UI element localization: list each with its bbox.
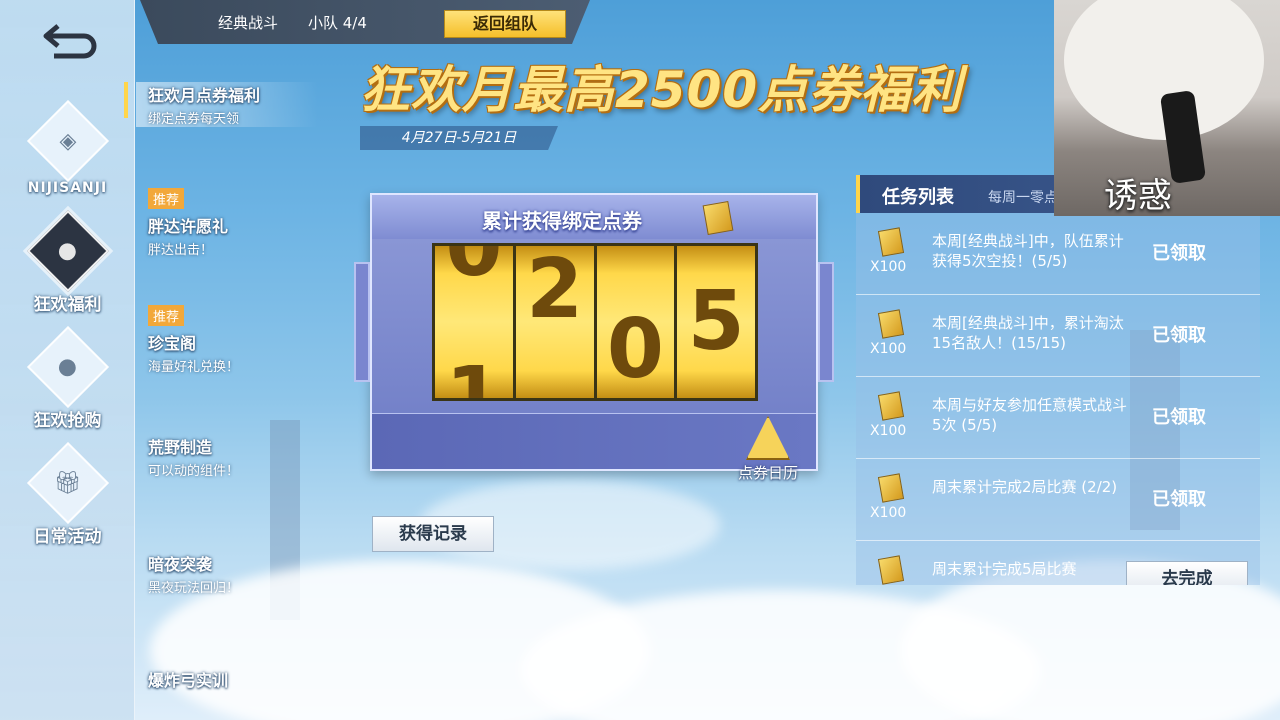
gift-icon: 🎁︎ — [26, 441, 109, 525]
menu-item-night-raid[interactable]: 暗夜突袭 黑夜玩法回归！ — [148, 551, 318, 596]
counter-digit: 0 — [606, 302, 664, 397]
task-description: 本周[经典战斗]中，累计淘汰15名敌人！(15/15) — [932, 314, 1124, 352]
menu-item-subtitle: 海量好礼兑换！ — [148, 360, 240, 375]
panel-right-tab — [818, 262, 834, 382]
counter-digit: 0 — [445, 246, 503, 295]
menu-item-explosive-bow[interactable]: 爆炸弓实训 — [148, 667, 318, 691]
task-row: X100 本周与好友参加任意模式战斗5次 (5/5) 已领取 — [856, 377, 1260, 459]
balloon-icon: ● — [26, 325, 109, 409]
team-count-label: 小队 4/4 — [308, 14, 367, 32]
counter-digit-drum: 2 — [515, 246, 597, 398]
counter-digit: 5 — [687, 274, 745, 369]
menu-item-wild-craft[interactable]: 荒野制造 可以动的组件！ — [148, 434, 318, 479]
back-arrow-icon — [43, 24, 97, 59]
back-button[interactable] — [40, 18, 100, 62]
rail-item-label: 日常活动 — [33, 527, 102, 547]
counter-digit-drum: 5 — [677, 246, 755, 398]
task-claimed-status: 已领取 — [1152, 407, 1206, 428]
left-nav-rail: ◈ NIJISANJI ● 狂欢福利 ● 狂欢抢购 🎁︎ 日常活动 — [0, 0, 135, 720]
task-row: X100 本周[经典战斗]中，队伍累计获得5次空投！(5/5) 已领取 — [856, 213, 1260, 295]
counter-digit: 2 — [526, 246, 584, 337]
coupon-icon — [877, 473, 905, 503]
webcam-caption: 诱惑 — [1104, 176, 1172, 216]
task-row: 周末累计完成5局比赛 去完成 — [856, 541, 1260, 585]
return-to-team-button[interactable]: 返回组队 — [444, 10, 566, 38]
panel-left-tab — [354, 262, 370, 382]
menu-item-treasure-pavilion[interactable]: 推荐 珍宝阁 海量好礼兑换！ — [148, 305, 318, 375]
acquisition-record-button[interactable]: 获得记录 — [372, 516, 494, 552]
rail-item-label: 狂欢抢购 — [33, 411, 102, 431]
menu-item-title: 狂欢月点券福利 — [148, 86, 261, 105]
webcam-overlay: 诱惑 — [1054, 0, 1280, 216]
rail-item-nijisanji[interactable]: ◈ NIJISANJI — [0, 99, 135, 196]
coupon-icon — [877, 391, 905, 421]
event-date-range: 4月27日-5月21日 — [360, 126, 558, 150]
calendar-icon — [746, 416, 790, 460]
task-description: 本周与好友参加任意模式战斗5次 (5/5) — [932, 396, 1128, 434]
menu-item-title: 暗夜突袭 — [148, 555, 213, 574]
task-description: 周末累计完成2局比赛 (2/2) — [932, 478, 1118, 496]
game-mode-label: 经典战斗 — [218, 14, 279, 32]
reward-quantity: X100 — [870, 341, 907, 357]
rail-item-daily-events[interactable]: 🎁︎ 日常活动 — [0, 441, 135, 547]
menu-item-coupon-welfare[interactable]: 狂欢月点券福利 绑定点券每天领 — [124, 82, 318, 127]
menu-item-title: 荒野制造 — [148, 438, 213, 457]
counter-digit-drum: 0 1 — [435, 246, 516, 398]
reward-quantity: X100 — [870, 423, 907, 439]
task-list: 任务列表 每周一零点 X100 本周[经典战斗]中，队伍累计获得5次空投！(5/… — [856, 175, 1260, 585]
rail-item-carnival-sale[interactable]: ● 狂欢抢购 — [0, 325, 135, 431]
coupon-icon — [877, 227, 905, 257]
coupon-icon — [877, 555, 905, 585]
menu-item-subtitle: 绑定点券每天领 — [148, 112, 240, 127]
reward-quantity: X100 — [870, 259, 907, 275]
nijisanji-logo-icon: ◈ — [26, 99, 109, 183]
coupon-icon — [702, 200, 734, 236]
event-banner-title: 狂欢月最高2500点券福利 — [360, 61, 963, 119]
menu-item-title: 珍宝阁 — [148, 334, 197, 353]
calendar-label: 点券日历 — [737, 464, 798, 482]
counter-digit-drum: 0 — [596, 246, 678, 398]
menu-item-panda-wish[interactable]: 推荐 胖达许愿礼 胖达出击！ — [148, 188, 318, 258]
menu-item-title: 胖达许愿礼 — [148, 217, 229, 236]
panel-title: 累计获得绑定点券 — [482, 209, 642, 233]
menu-item-subtitle: 可以动的组件！ — [148, 464, 240, 479]
coupon-icon — [877, 309, 905, 339]
task-description: 本周[经典战斗]中，队伍累计获得5次空投！(5/5) — [932, 232, 1124, 270]
menu-item-subtitle: 胖达出击！ — [148, 243, 214, 258]
task-list-title: 任务列表 — [882, 187, 954, 208]
recommend-badge: 推荐 — [148, 188, 185, 209]
menu-item-subtitle: 黑夜玩法回归！ — [148, 581, 240, 596]
reward-quantity: X100 — [870, 505, 907, 521]
slot-counter: 0 1 2 0 5 — [432, 243, 758, 401]
task-row: X100 周末累计完成2局比赛 (2/2) 已领取 — [856, 459, 1260, 541]
counter-digit: 1 — [445, 350, 503, 398]
balloon-icon: ● — [26, 209, 109, 293]
activity-menu: 狂欢月点券福利 绑定点券每天领 推荐 胖达许愿礼 胖达出击！ 推荐 珍宝阁 海量… — [124, 0, 318, 720]
task-claimed-status: 已领取 — [1152, 489, 1206, 510]
task-description: 周末累计完成5局比赛 — [932, 560, 1077, 578]
rail-item-carnival-welfare[interactable]: ● 狂欢福利 — [0, 209, 135, 315]
task-claimed-status: 已领取 — [1152, 325, 1206, 346]
task-row: X100 本周[经典战斗]中，累计淘汰15名敌人！(15/15) 已领取 — [856, 295, 1260, 377]
task-reset-hint: 每周一零点 — [988, 190, 1058, 206]
rail-item-label: 狂欢福利 — [33, 295, 102, 315]
recommend-badge: 推荐 — [148, 305, 185, 326]
task-claimed-status: 已领取 — [1152, 243, 1206, 264]
menu-item-title: 爆炸弓实训 — [148, 671, 229, 690]
go-complete-button[interactable]: 去完成 — [1126, 561, 1248, 585]
coupon-calendar-button[interactable]: 点券日历 — [728, 416, 808, 483]
